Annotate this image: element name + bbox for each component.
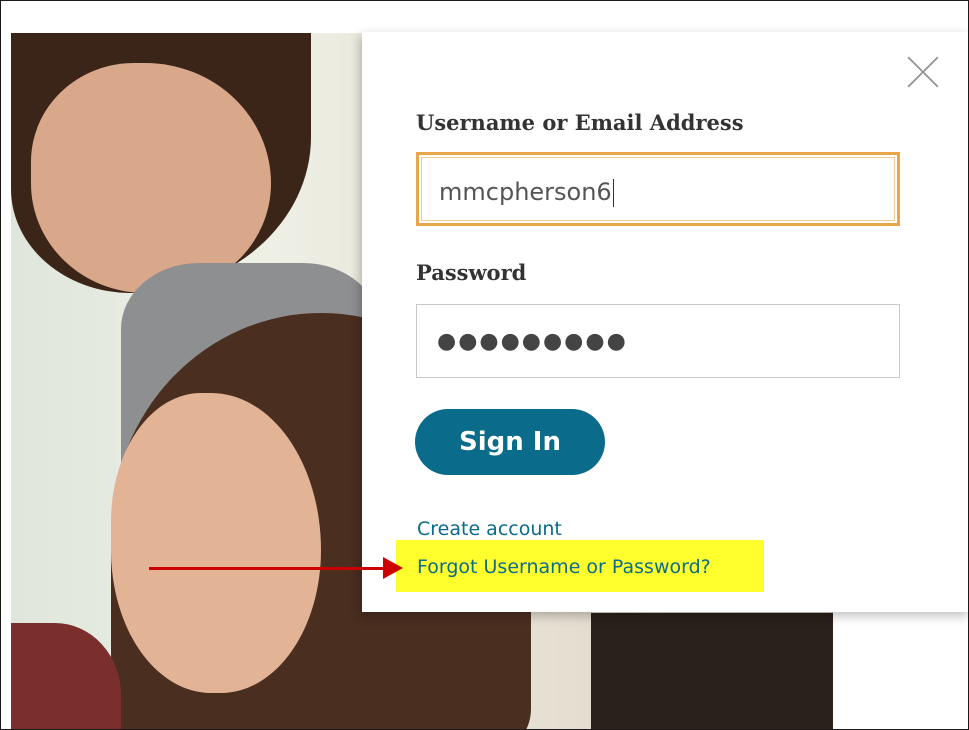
text-caret bbox=[612, 179, 614, 207]
password-field[interactable]: ●●●●●●●●● bbox=[416, 304, 900, 378]
username-field[interactable]: mmcpherson6 bbox=[416, 152, 900, 226]
username-value: mmcpherson6 bbox=[439, 178, 612, 206]
login-panel: Username or Email Address mmcpherson6 Pa… bbox=[362, 32, 968, 612]
photo-dark-area bbox=[591, 613, 833, 729]
password-label: Password bbox=[416, 260, 527, 285]
close-icon[interactable] bbox=[905, 54, 941, 90]
annotation-arrow-head bbox=[383, 557, 403, 579]
create-account-link[interactable]: Create account bbox=[417, 518, 562, 540]
forgot-credentials-link[interactable]: Forgot Username or Password? bbox=[417, 556, 711, 578]
screenshot-frame: Username or Email Address mmcpherson6 Pa… bbox=[0, 0, 969, 730]
sign-in-button[interactable]: Sign In bbox=[415, 409, 605, 475]
photo-sleeve bbox=[11, 623, 121, 729]
annotation-arrow-line bbox=[149, 567, 387, 570]
username-label: Username or Email Address bbox=[416, 110, 744, 135]
